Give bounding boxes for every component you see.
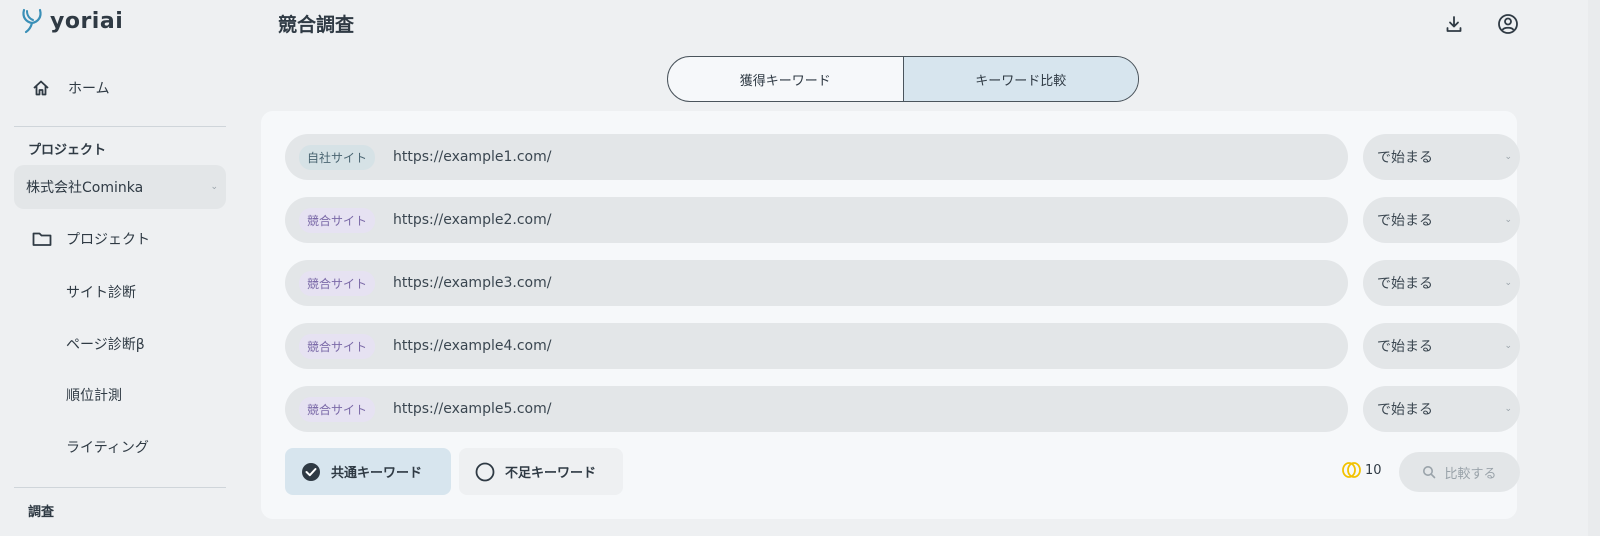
match-type-value: で始まる (1377, 213, 1433, 229)
site-url-value: https://example3.com/ (393, 275, 552, 291)
page-scrollbar[interactable] (1588, 0, 1600, 536)
match-type-select[interactable]: で始まる ⌄ (1363, 323, 1520, 369)
comparison-tabs: 獲得キーワード キーワード比較 (667, 56, 1139, 102)
project-select-value: 株式会社Cominka (26, 180, 144, 196)
sidebar-divider (14, 126, 226, 127)
sidebar-item-label: プロジェクト (66, 232, 150, 248)
search-icon (1423, 466, 1436, 479)
competitor-site-badge: 競合サイト (299, 270, 376, 296)
match-type-select[interactable]: で始まる ⌄ (1363, 386, 1520, 432)
match-type-value: で始まる (1377, 339, 1433, 355)
compare-button[interactable]: 比較する (1399, 452, 1520, 492)
common-keywords-label: 共通キーワード (331, 466, 423, 481)
check-circle-icon (302, 462, 320, 481)
site-url-field[interactable]: 競合サイト https://example2.com/ (285, 197, 1348, 243)
site-url-value: https://example4.com/ (393, 338, 552, 354)
logo-text: yoriai (50, 8, 124, 34)
chevron-down-icon: ⌄ (1504, 341, 1512, 351)
project-select[interactable]: 株式会社Cominka ⌄ (14, 165, 226, 209)
credits-value: 10 (1365, 462, 1382, 478)
home-icon (33, 80, 49, 96)
chevron-down-icon: ⌄ (1504, 152, 1512, 162)
missing-keywords-option[interactable]: 不足キーワード (459, 448, 623, 495)
competitor-site-badge: 競合サイト (299, 207, 376, 233)
match-type-value: で始まる (1377, 150, 1433, 166)
site-url-field[interactable]: 競合サイト https://example3.com/ (285, 260, 1348, 306)
match-type-select[interactable]: で始まる ⌄ (1363, 260, 1520, 306)
chevron-down-icon: ⌄ (210, 182, 218, 192)
competitor-site-badge: 競合サイト (299, 333, 376, 359)
site-url-value: https://example1.com/ (393, 149, 552, 165)
own-site-badge: 自社サイト (299, 144, 376, 170)
tab-acquired-keywords[interactable]: 獲得キーワード (668, 57, 903, 101)
sidebar-item-label: ライティング (66, 440, 149, 456)
match-type-select[interactable]: で始まる ⌄ (1363, 197, 1520, 243)
sidebar-item-label: 順位計測 (66, 388, 122, 404)
coin-icon (1342, 462, 1361, 478)
nav-home[interactable]: ホーム (14, 68, 226, 108)
sidebar-item-label: サイト診断 (66, 285, 136, 301)
yoriai-logo-icon (22, 8, 42, 34)
sidebar-item-site-diagnosis[interactable]: サイト診断 (14, 272, 226, 312)
sidebar-item-rank-tracking[interactable]: 順位計測 (14, 375, 226, 415)
match-type-value: で始まる (1377, 402, 1433, 418)
account-button[interactable] (1496, 12, 1520, 36)
download-icon (1446, 16, 1462, 32)
site-url-field[interactable]: 自社サイト https://example1.com/ (285, 134, 1348, 180)
missing-keywords-label: 不足キーワード (505, 466, 597, 481)
site-url-field[interactable]: 競合サイト https://example5.com/ (285, 386, 1348, 432)
sidebar-item-writing[interactable]: ライティング (14, 427, 226, 467)
chevron-down-icon: ⌄ (1504, 215, 1512, 225)
sidebar-item-label: ページ診断β (66, 337, 145, 353)
credits-indicator: 10 (1341, 461, 1382, 479)
site-url-field[interactable]: 競合サイト https://example4.com/ (285, 323, 1348, 369)
logo[interactable]: yoriai (20, 8, 123, 34)
comparison-card: 自社サイト https://example1.com/ で始まる ⌄ 競合サイト… (261, 111, 1520, 519)
page-title: 競合調査 (278, 14, 355, 36)
sidebar: yoriai ホーム プロジェクト 株式会社Cominka ⌄ プロジェクト サ… (0, 0, 240, 536)
sidebar-divider (14, 487, 226, 488)
folder-icon (32, 232, 52, 246)
compare-button-label: 比較する (1444, 466, 1497, 482)
site-url-value: https://example2.com/ (393, 212, 552, 228)
common-keywords-option[interactable]: 共通キーワード (285, 448, 451, 495)
site-url-value: https://example5.com/ (393, 401, 552, 417)
competitor-site-badge: 競合サイト (299, 396, 376, 422)
radio-unchecked-icon (475, 462, 495, 481)
nav-home-label: ホーム (68, 81, 110, 97)
chevron-down-icon: ⌄ (1504, 404, 1512, 414)
research-section-label: 調査 (28, 505, 55, 520)
tab-keyword-comparison[interactable]: キーワード比較 (902, 57, 1138, 101)
match-type-select[interactable]: で始まる ⌄ (1363, 134, 1520, 180)
project-section-label: プロジェクト (28, 143, 107, 158)
sidebar-item-project[interactable]: プロジェクト (14, 219, 226, 259)
download-button[interactable] (1442, 12, 1466, 36)
account-icon (1498, 14, 1518, 34)
match-type-value: で始まる (1377, 276, 1433, 292)
sidebar-item-page-diagnosis[interactable]: ページ診断β (14, 324, 226, 364)
chevron-down-icon: ⌄ (1504, 278, 1512, 288)
